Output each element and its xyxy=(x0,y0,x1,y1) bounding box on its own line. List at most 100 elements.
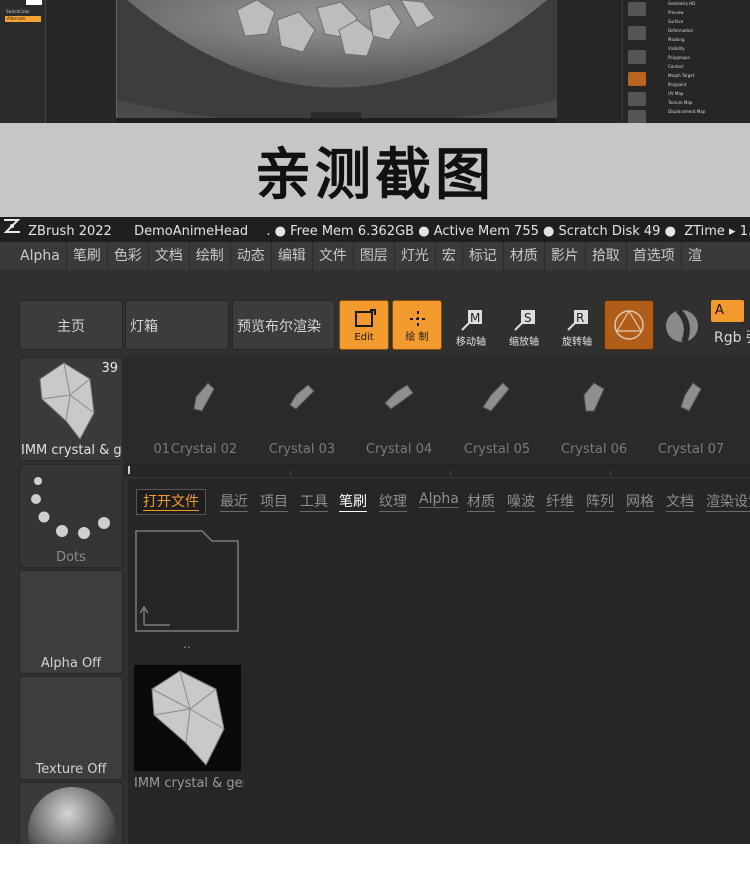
solo-icon[interactable] xyxy=(628,110,646,123)
home-button[interactable]: 主页 xyxy=(19,300,123,350)
dots-stroke-icon xyxy=(31,477,110,539)
menu-material[interactable]: 材质 xyxy=(502,242,544,270)
subpalette-item[interactable]: Geometry HD xyxy=(668,1,695,6)
linefill-icon[interactable] xyxy=(628,26,646,40)
tab-tool[interactable]: 工具 xyxy=(300,491,328,512)
svg-text:R: R xyxy=(576,311,584,325)
subpalette-item[interactable]: Masking xyxy=(668,37,685,42)
switch-color-label[interactable]: SwitchColor xyxy=(6,9,30,14)
zbrush-logo-icon[interactable] xyxy=(0,217,24,244)
subpalette-item[interactable]: Surface xyxy=(668,19,683,24)
lightbox-brush-label: IMM crystal & gem xyxy=(134,776,244,791)
scale-icon: S xyxy=(514,310,535,331)
menu-marker[interactable]: 标记 xyxy=(461,242,503,270)
menu-brush[interactable]: 笔刷 xyxy=(65,242,107,270)
subpalette-item[interactable]: Displacement Map xyxy=(668,109,705,114)
subpalette-item[interactable]: Texture Map xyxy=(668,100,692,105)
tab-array[interactable]: 阵列 xyxy=(586,491,614,512)
material-tile[interactable] xyxy=(19,782,123,844)
parent-folder-item[interactable] xyxy=(134,529,240,633)
tab-brush[interactable]: 笔刷 xyxy=(339,491,367,512)
brush-item[interactable]: Crystal 06 xyxy=(546,367,642,457)
color-swatch[interactable] xyxy=(26,0,42,5)
tab-project[interactable]: 项目 xyxy=(260,491,288,512)
active-mem: ● Active Mem 755 xyxy=(418,224,539,239)
rotate-icon: R xyxy=(567,310,588,331)
ghost-icon[interactable] xyxy=(628,92,646,106)
menu-document[interactable]: 文档 xyxy=(147,242,189,270)
free-mem: . ● Free Mem 6.362GB xyxy=(266,224,415,239)
subpalette-item[interactable]: Preview xyxy=(668,10,684,15)
menu-picker[interactable]: 拾取 xyxy=(584,242,626,270)
stroke-dots-tile[interactable]: Dots xyxy=(19,464,123,568)
scroll-handle[interactable] xyxy=(128,466,130,474)
edit-icon xyxy=(355,309,376,327)
subpalette-item[interactable]: Polypaint xyxy=(668,82,686,87)
tab-fibers[interactable]: 纤维 xyxy=(546,491,574,512)
menu-file[interactable]: 文件 xyxy=(311,242,353,270)
menu-alpha[interactable]: Alpha xyxy=(0,242,66,270)
texture-off-label: Texture Off xyxy=(35,762,107,777)
tab-alpha[interactable]: Alpha xyxy=(419,491,459,508)
edit-button[interactable]: Edit xyxy=(339,300,389,350)
tool-icon[interactable] xyxy=(628,2,646,16)
menu-color[interactable]: 色彩 xyxy=(106,242,148,270)
rotate-button[interactable]: R 旋转轴 xyxy=(554,304,600,348)
brush-item[interactable]: Crystal 05 xyxy=(449,367,545,457)
menu-preferences[interactable]: 首选项 xyxy=(625,242,681,270)
app-name: ZBrush 2022 xyxy=(28,224,112,239)
subpalette-item[interactable]: Visibility xyxy=(668,46,685,51)
tab-noise[interactable]: 噪波 xyxy=(507,491,535,512)
brush-item[interactable]: Crystal 04 xyxy=(351,367,447,457)
lightbox-brush-item[interactable] xyxy=(134,665,241,771)
subpalette-item[interactable]: Morph Target xyxy=(668,73,694,78)
lightbox-button[interactable]: 灯箱 xyxy=(125,300,229,350)
crystal-gem-thumbnail xyxy=(151,670,225,766)
material-swatch-orange[interactable] xyxy=(604,300,654,350)
menu-edit[interactable]: 编辑 xyxy=(270,242,312,270)
menu-draw[interactable]: 绘制 xyxy=(188,242,230,270)
menu-movie[interactable]: 影片 xyxy=(543,242,585,270)
tab-material[interactable]: 材质 xyxy=(467,491,495,512)
tab-recent[interactable]: 最近 xyxy=(220,491,248,512)
scale-button[interactable]: S 缩放轴 xyxy=(501,304,547,348)
menu-light[interactable]: 灯光 xyxy=(393,242,435,270)
tab-texture[interactable]: 纹理 xyxy=(379,491,407,512)
draw-button[interactable]: 绘 制 xyxy=(392,300,442,350)
subpalette-item[interactable]: Deformation xyxy=(668,28,693,33)
rgb-intensity-label[interactable]: Rgb 强 xyxy=(714,327,750,347)
material-swatch-gray[interactable] xyxy=(658,302,706,350)
brush-item[interactable]: Crystal 02 xyxy=(156,367,252,457)
move-icon: M xyxy=(461,310,482,331)
crystal-bowl-render xyxy=(117,0,557,123)
top-screenshot: SwitchColor Alternate Geometry HD Previe… xyxy=(0,0,750,123)
title-bar: ZBrush 2022 DemoAnimeHead . ● Free Mem 6… xyxy=(0,217,750,242)
open-file-button[interactable]: 打开文件 xyxy=(136,489,206,515)
alpha-off-label: Alpha Off xyxy=(40,656,102,671)
tab-document[interactable]: 文档 xyxy=(666,491,694,512)
subpalette-item[interactable]: UV Map xyxy=(668,91,683,96)
tab-render-settings[interactable]: 渲染设置 xyxy=(706,491,750,512)
crystal-brush-icon xyxy=(384,384,413,410)
brush-item[interactable]: Crystal 07 xyxy=(643,367,739,457)
alpha-a-button[interactable]: A xyxy=(711,300,744,322)
menu-dynamics[interactable]: 动态 xyxy=(229,242,271,270)
material-sphere-thumbnail xyxy=(28,787,116,844)
bpr-button[interactable]: 预览布尔渲染 xyxy=(232,300,335,350)
alternate-button[interactable]: Alternate xyxy=(5,16,41,22)
subpalette-item[interactable]: Polygroups xyxy=(668,55,690,60)
panel-divider xyxy=(124,479,128,844)
brush-strip-scrollbar[interactable] xyxy=(124,464,750,476)
tab-grid[interactable]: 网格 xyxy=(626,491,654,512)
transp-icon[interactable] xyxy=(628,72,646,86)
move-button[interactable]: M 移动轴 xyxy=(448,304,494,348)
polyf-icon[interactable] xyxy=(628,50,646,64)
texture-tile[interactable]: Texture Off xyxy=(19,676,123,780)
subpalette-item[interactable]: Contact xyxy=(668,64,684,69)
menu-render[interactable]: 渲 xyxy=(680,242,708,270)
brush-item[interactable]: Crystal 03 xyxy=(254,367,350,457)
menu-macro[interactable]: 宏 xyxy=(434,242,462,270)
menu-layer[interactable]: 图层 xyxy=(352,242,394,270)
viewport[interactable] xyxy=(116,0,557,123)
alpha-tile[interactable]: Alpha Off xyxy=(19,570,123,674)
